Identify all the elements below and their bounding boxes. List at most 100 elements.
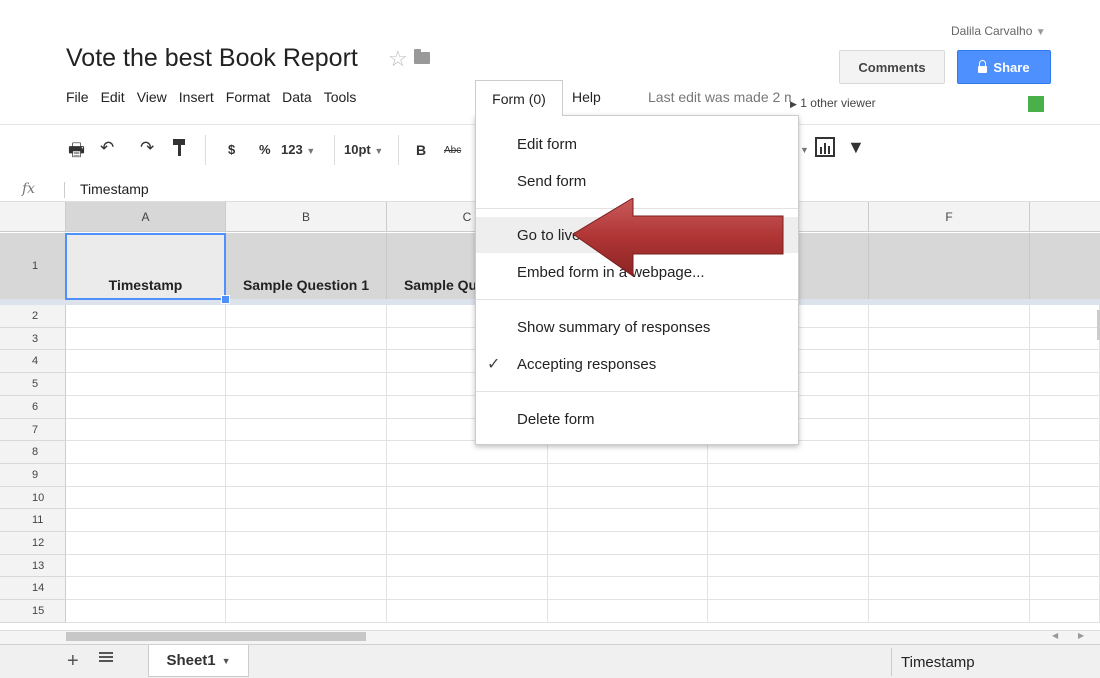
grid-cell[interactable]: [708, 600, 869, 623]
paint-format-icon[interactable]: [173, 137, 185, 157]
row-header-2[interactable]: 2: [0, 305, 66, 328]
menu-form[interactable]: Form (0): [475, 80, 563, 116]
row-header-14[interactable]: 14: [0, 577, 66, 600]
grid-cell[interactable]: [708, 509, 869, 532]
grid-cell[interactable]: [869, 577, 1030, 600]
currency-format-button[interactable]: $: [228, 142, 235, 157]
select-all-corner[interactable]: [0, 202, 66, 232]
grid-cell[interactable]: [548, 487, 708, 509]
row-header-13[interactable]: 13: [0, 555, 66, 577]
grid-cell[interactable]: [387, 532, 548, 555]
grid-cell[interactable]: [548, 509, 708, 532]
grid-cell[interactable]: [548, 577, 708, 600]
insert-chart-icon[interactable]: [815, 137, 835, 157]
percent-format-button[interactable]: %: [259, 142, 271, 157]
grid-cell[interactable]: [1030, 532, 1100, 555]
font-size-dropdown[interactable]: 10pt ▼: [344, 142, 383, 157]
row-header-10[interactable]: 10: [0, 487, 66, 509]
fill-handle[interactable]: [221, 295, 230, 304]
bold-button[interactable]: B: [416, 142, 426, 158]
column-header-f[interactable]: F: [869, 202, 1030, 232]
print-icon[interactable]: 🖶: [68, 138, 85, 168]
grid-cell[interactable]: [869, 419, 1030, 441]
grid-cell[interactable]: [387, 464, 548, 487]
grid-cell[interactable]: [869, 509, 1030, 532]
row-header-12[interactable]: 12: [0, 532, 66, 555]
selection-summary[interactable]: Timestamp: [901, 654, 975, 671]
grid-cell[interactable]: [869, 464, 1030, 487]
sheet-tab[interactable]: Sheet1 ▼: [148, 645, 249, 677]
grid-cell[interactable]: [708, 487, 869, 509]
scroll-right-icon[interactable]: ▶: [1078, 631, 1084, 640]
grid-cell[interactable]: [226, 600, 387, 623]
grid-cell[interactable]: [869, 600, 1030, 623]
row-header-11[interactable]: 11: [0, 509, 66, 532]
filter-icon[interactable]: ▼: [847, 137, 865, 158]
grid-cell[interactable]: [226, 305, 387, 328]
grid-cell[interactable]: [66, 350, 226, 373]
row-header-7[interactable]: 7: [0, 419, 66, 441]
grid-cell[interactable]: [869, 441, 1030, 464]
grid-cell[interactable]: [226, 487, 387, 509]
menu-help[interactable]: Help: [572, 89, 601, 105]
column-header-g[interactable]: [1030, 202, 1100, 232]
grid-cell[interactable]: [66, 373, 226, 396]
menu-item-edit-form[interactable]: Edit form: [476, 126, 798, 162]
grid-cell[interactable]: [1030, 487, 1100, 509]
row-header-4[interactable]: 4: [0, 350, 66, 373]
cell-f1[interactable]: [869, 233, 1030, 299]
user-account-menu[interactable]: Dalila Carvalho ▼: [951, 24, 1046, 38]
chevron-down-icon[interactable]: ▼: [800, 145, 809, 155]
undo-icon[interactable]: ↶: [100, 138, 114, 158]
grid-cell[interactable]: [387, 509, 548, 532]
grid-cell[interactable]: [869, 487, 1030, 509]
row-header-5[interactable]: 5: [0, 373, 66, 396]
grid-cell[interactable]: [66, 328, 226, 350]
grid-cell[interactable]: [708, 532, 869, 555]
menu-format[interactable]: Format: [220, 89, 276, 109]
grid-cell[interactable]: [66, 532, 226, 555]
grid-cell[interactable]: [869, 532, 1030, 555]
grid-cell[interactable]: [226, 441, 387, 464]
grid-cell[interactable]: [66, 600, 226, 623]
menu-item-accepting-responses[interactable]: ✓ Accepting responses: [476, 346, 798, 382]
cell-b1[interactable]: Sample Question 1: [226, 233, 387, 299]
strikethrough-button[interactable]: Abc: [444, 145, 461, 156]
redo-icon[interactable]: ↷: [140, 138, 154, 158]
grid-cell[interactable]: [548, 600, 708, 623]
row-header-15[interactable]: 15: [0, 600, 66, 623]
grid-cell[interactable]: [869, 305, 1030, 328]
grid-cell[interactable]: [66, 305, 226, 328]
grid-cell[interactable]: [387, 600, 548, 623]
row-header-9[interactable]: 9: [0, 464, 66, 487]
column-header-b[interactable]: B: [226, 202, 387, 232]
menu-data[interactable]: Data: [276, 89, 318, 109]
menu-view[interactable]: View: [131, 89, 173, 109]
grid-cell[interactable]: [869, 373, 1030, 396]
add-sheet-icon[interactable]: +: [67, 650, 79, 673]
cell-g1[interactable]: [1030, 233, 1100, 299]
menu-tools[interactable]: Tools: [318, 89, 363, 109]
grid-cell[interactable]: [1030, 509, 1100, 532]
grid-cell[interactable]: [1030, 441, 1100, 464]
grid-cell[interactable]: [708, 555, 869, 577]
grid-cell[interactable]: [548, 532, 708, 555]
viewer-indicator[interactable]: ▶ 1 other viewer: [790, 96, 876, 110]
grid-cell[interactable]: [387, 487, 548, 509]
grid-cell[interactable]: [66, 555, 226, 577]
grid-cell[interactable]: [66, 396, 226, 419]
formula-input[interactable]: Timestamp: [80, 181, 149, 197]
grid-cell[interactable]: [66, 487, 226, 509]
menu-edit[interactable]: Edit: [95, 89, 131, 109]
grid-cell[interactable]: [1030, 464, 1100, 487]
grid-cell[interactable]: [387, 577, 548, 600]
row-header-6[interactable]: 6: [0, 396, 66, 419]
menu-insert[interactable]: Insert: [173, 89, 220, 109]
grid-cell[interactable]: [66, 577, 226, 600]
grid-cell[interactable]: [226, 396, 387, 419]
grid-cell[interactable]: [66, 464, 226, 487]
grid-cell[interactable]: [387, 555, 548, 577]
grid-cell[interactable]: [226, 350, 387, 373]
grid-cell[interactable]: [1030, 600, 1100, 623]
scroll-left-icon[interactable]: ◀: [1052, 631, 1058, 640]
